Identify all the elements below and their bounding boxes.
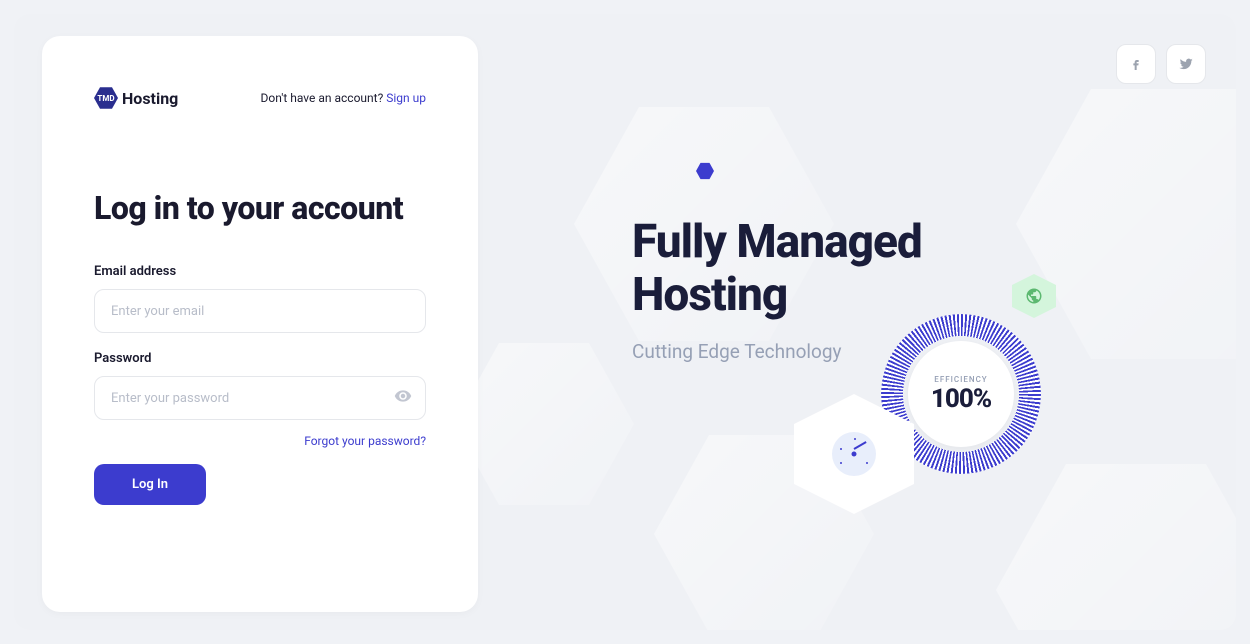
login-heading: Log in to your account (94, 188, 426, 228)
gauge-label: EFFICIENCY (934, 375, 987, 384)
password-label: Password (94, 351, 426, 366)
logo: TMD Hosting (94, 86, 178, 110)
bg-hexagon (454, 334, 634, 514)
twitter-icon (1178, 56, 1194, 72)
gauge-value: 100% (931, 384, 991, 414)
hero-title: Fully Managed Hosting (632, 216, 922, 322)
hero-hexagon-icon (696, 162, 714, 180)
hero-subtitle: Cutting Edge Technology (632, 340, 922, 363)
login-button[interactable]: Log In (94, 464, 206, 505)
password-group: Password (94, 351, 426, 420)
social-buttons (1116, 44, 1206, 84)
globe-icon (1025, 287, 1043, 305)
email-field[interactable] (94, 289, 426, 333)
bg-hexagon (1016, 74, 1236, 374)
forgot-password-link[interactable]: Forgot your password? (94, 434, 426, 448)
logo-badge: TMD (97, 94, 114, 103)
logo-icon: TMD (94, 86, 118, 110)
bg-hexagon (996, 450, 1236, 630)
logo-text: Hosting (122, 89, 178, 108)
facebook-button[interactable] (1116, 44, 1156, 84)
signup-prompt: Don't have an account? Sign up (261, 91, 427, 105)
login-card: TMD Hosting Don't have an account? Sign … (42, 36, 478, 612)
email-group: Email address (94, 264, 426, 333)
email-label: Email address (94, 264, 426, 279)
hero-section: Fully Managed Hosting Cutting Edge Techn… (632, 162, 922, 363)
signup-text: Don't have an account? (261, 91, 387, 105)
password-field[interactable] (94, 376, 426, 420)
facebook-icon (1128, 56, 1144, 72)
gauge-center: EFFICIENCY 100% (908, 341, 1014, 447)
speedometer-icon (832, 432, 876, 476)
hero-title-line1: Fully Managed (632, 215, 922, 269)
signup-link[interactable]: Sign up (386, 91, 426, 105)
hero-title-line2: Hosting (632, 268, 787, 322)
card-header: TMD Hosting Don't have an account? Sign … (94, 86, 426, 110)
eye-icon[interactable] (394, 387, 412, 409)
twitter-button[interactable] (1166, 44, 1206, 84)
